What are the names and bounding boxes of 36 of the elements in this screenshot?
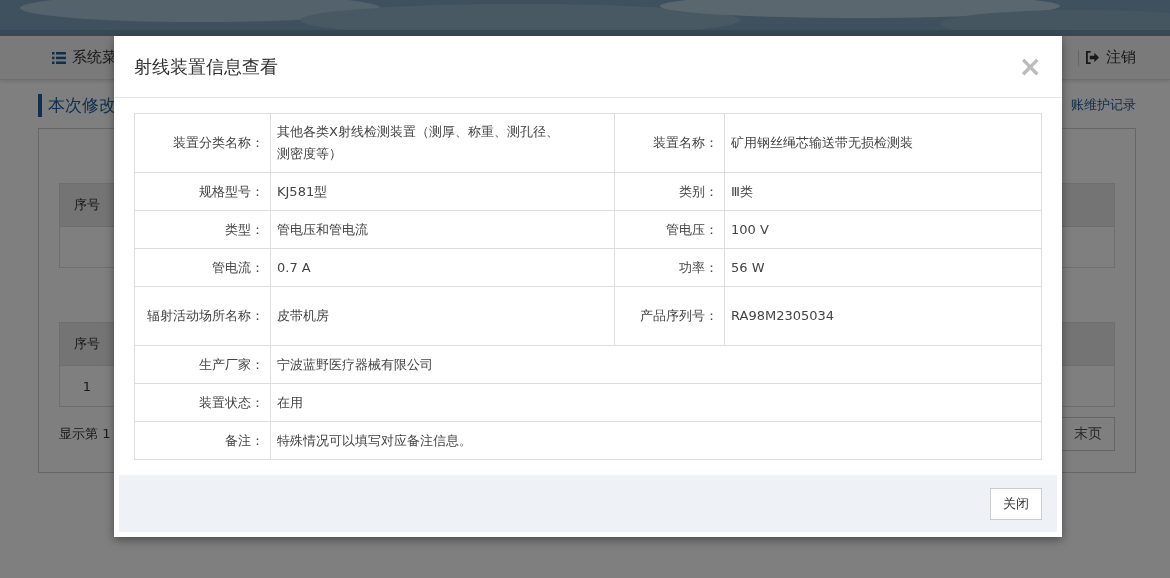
field-value: 特殊情况可以填写对应备注信息。 (270, 421, 1042, 460)
field-label: 装置名称： (614, 113, 725, 173)
field-label: 规格型号： (134, 172, 271, 211)
field-value: 在用 (270, 383, 1042, 422)
maintenance-record-link[interactable]: 账维护记录 (1071, 96, 1136, 114)
field-value: RA98M2305034 (724, 286, 1042, 346)
field-label: 管电流： (134, 248, 271, 287)
pagination-info: 显示第 1 (59, 425, 111, 443)
field-value: KJ581型 (270, 172, 615, 211)
close-button[interactable]: 关闭 (990, 487, 1042, 520)
menu-icon (52, 51, 66, 64)
table-header: 序号 (59, 183, 115, 227)
field-label: 装置分类名称： (134, 113, 271, 173)
field-value: Ⅲ类 (724, 172, 1042, 211)
field-label: 类型： (134, 210, 271, 249)
field-label: 备注： (134, 421, 271, 460)
last-page-button[interactable]: 末页 (1061, 417, 1115, 451)
field-label: 功率： (614, 248, 725, 287)
field-value: 0.7 A (270, 248, 615, 287)
dialog-title: 射线装置信息查看 (134, 54, 278, 79)
field-value: 宁波蓝野医疗器械有限公司 (270, 345, 1042, 384)
field-label: 管电压： (614, 210, 725, 249)
field-label: 辐射活动场所名称： (134, 286, 271, 346)
field-label: 类别： (614, 172, 725, 211)
field-value: 管电压和管电流 (270, 210, 615, 249)
field-value: 100 V (724, 210, 1042, 249)
field-value: 矿用钢丝绳芯输送带无损检测装 (724, 113, 1042, 173)
field-label: 装置状态： (134, 383, 271, 422)
table-header: 序号 (59, 322, 115, 366)
field-value: 56 W (724, 248, 1042, 287)
field-label: 产品序列号： (614, 286, 725, 346)
field-label: 生产厂家： (134, 345, 271, 384)
field-value: 皮带机房 (270, 286, 615, 346)
logout-button[interactable]: 注销 (1085, 48, 1136, 67)
logout-icon (1085, 51, 1100, 64)
field-value: 其他各类X射线检测装置（测厚、称重、测孔径、测密度等） (270, 113, 615, 173)
